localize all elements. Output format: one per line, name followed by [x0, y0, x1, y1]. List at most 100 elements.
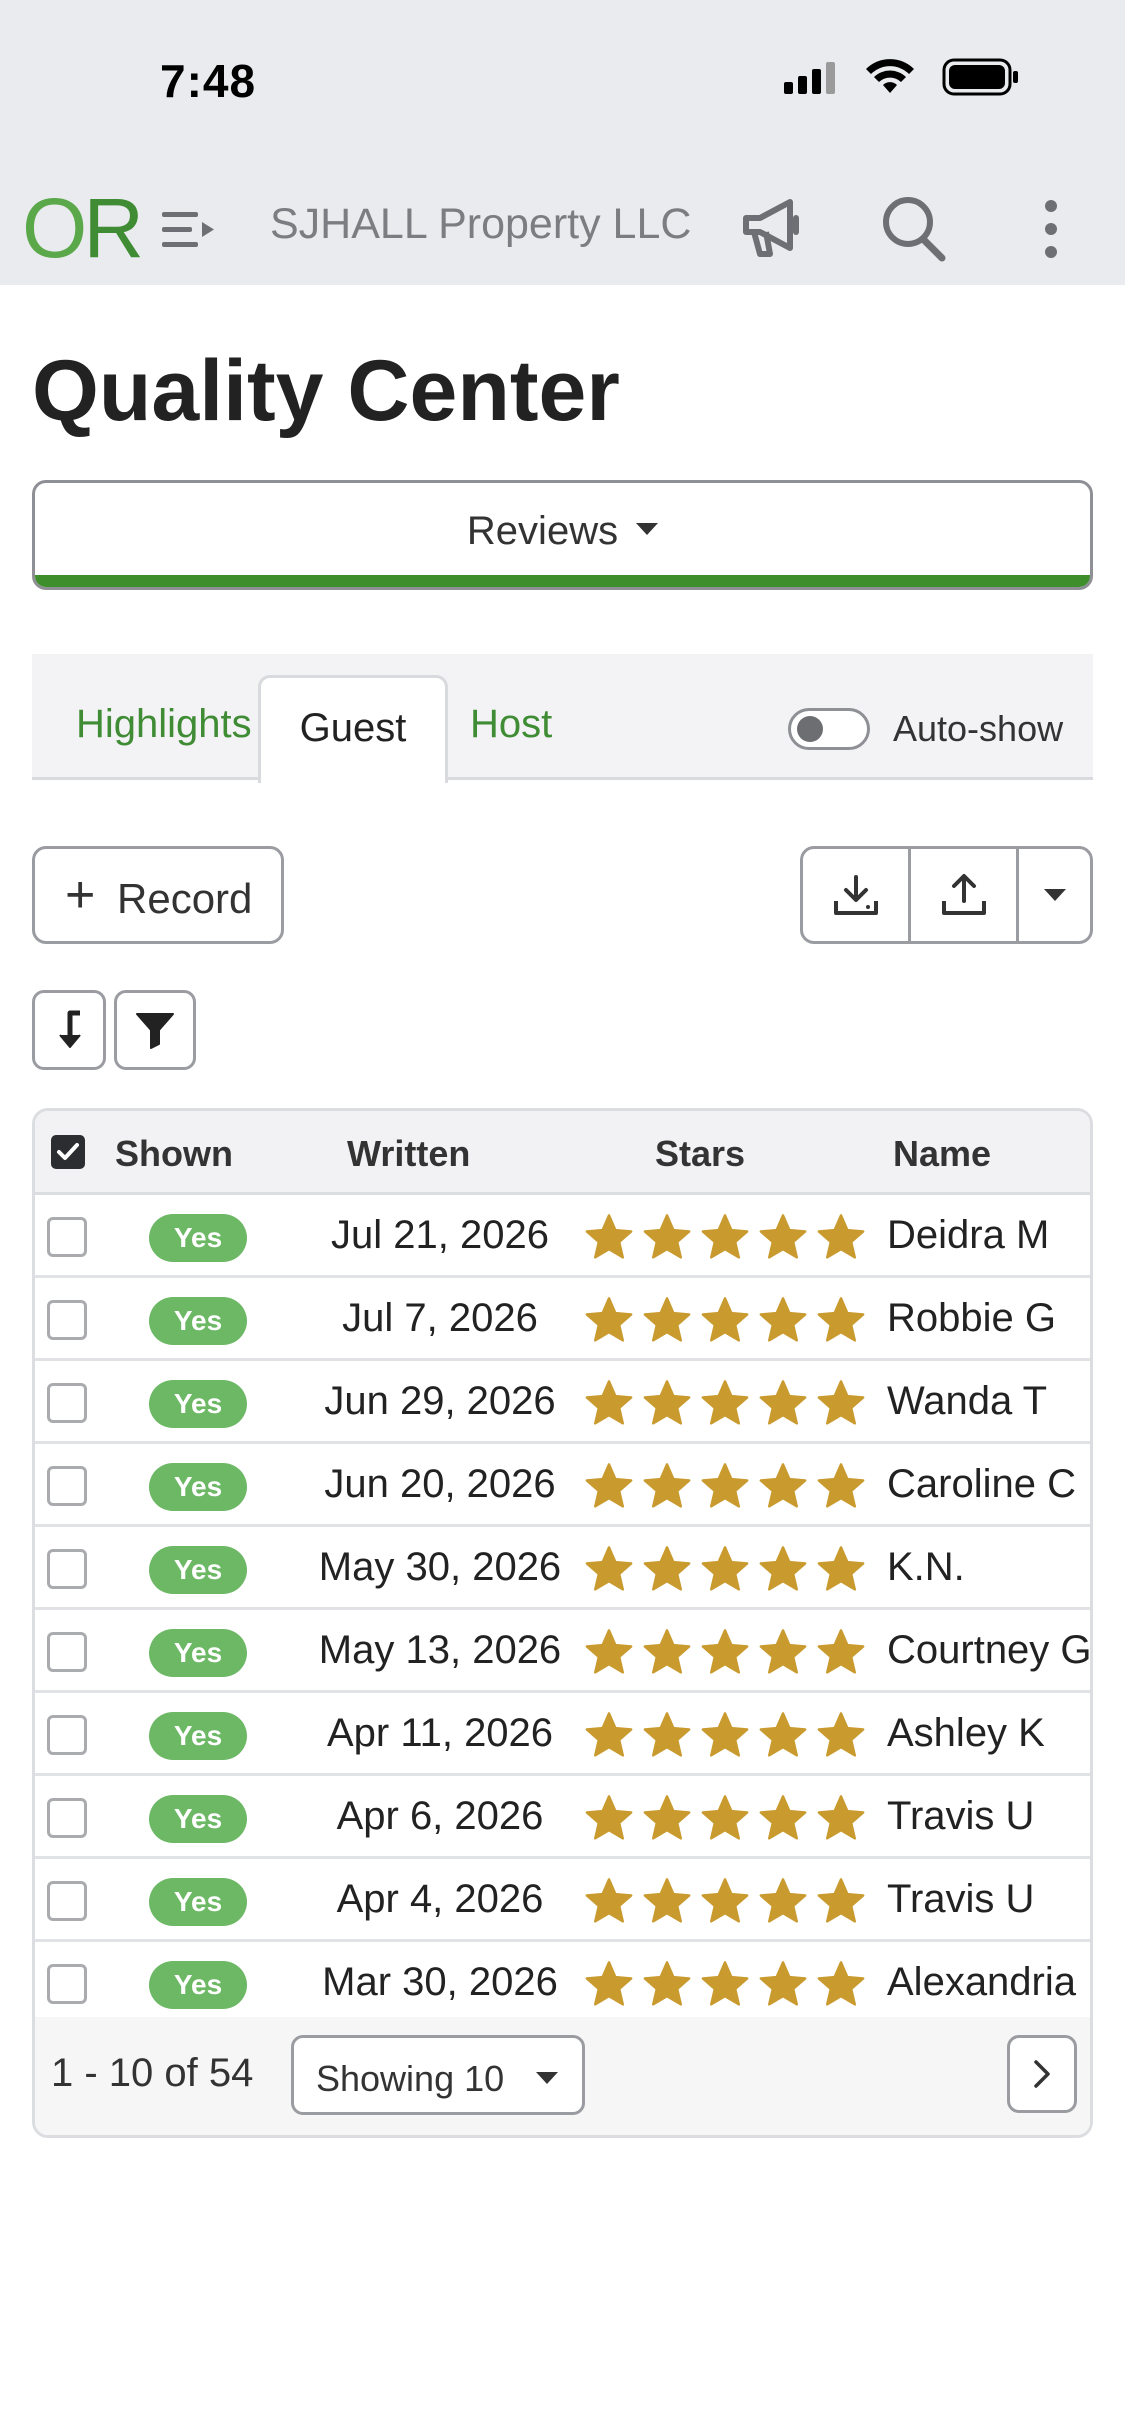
table-row[interactable]: Yes Jul 21, 2026 Deidra M	[35, 1195, 1090, 1278]
row-checkbox[interactable]	[47, 1798, 87, 1838]
row-checkbox[interactable]	[47, 1881, 87, 1921]
add-record-button[interactable]: + Record	[32, 846, 284, 944]
star-icon	[701, 1214, 749, 1259]
table-row[interactable]: Yes May 13, 2026 Courtney G	[35, 1610, 1090, 1693]
tab-host[interactable]: Host	[470, 702, 552, 747]
column-header-written[interactable]: Written	[347, 1133, 470, 1175]
dropdown-accent-bar	[35, 575, 1090, 587]
add-record-label: Record	[117, 875, 253, 922]
star-rating	[583, 1711, 867, 1759]
table-footer: 1 - 10 of 54 Showing 10	[35, 2017, 1090, 2135]
row-checkbox[interactable]	[47, 1300, 87, 1340]
menu-expand-icon[interactable]	[160, 208, 216, 252]
star-icon	[585, 1795, 633, 1840]
star-icon	[701, 1878, 749, 1923]
tab-highlights[interactable]: Highlights	[76, 702, 252, 747]
upload-button[interactable]	[911, 849, 1019, 941]
star-icon	[643, 1463, 691, 1508]
import-export-group	[800, 846, 1093, 944]
sort-icon	[59, 1010, 81, 1048]
checkmark-icon	[57, 1143, 79, 1160]
star-icon	[643, 1961, 691, 2006]
star-icon	[759, 1795, 807, 1840]
column-header-stars[interactable]: Stars	[655, 1133, 745, 1175]
star-icon	[817, 1795, 865, 1840]
table-row[interactable]: Yes Jun 29, 2026 Wanda T	[35, 1361, 1090, 1444]
star-icon	[643, 1878, 691, 1923]
select-all-checkbox[interactable]	[51, 1135, 85, 1169]
pagination-range: 1 - 10 of 54	[51, 2051, 254, 2095]
star-icon	[817, 1380, 865, 1425]
row-checkbox[interactable]	[47, 1383, 87, 1423]
table-row[interactable]: Yes Jun 20, 2026 Caroline C	[35, 1444, 1090, 1527]
reviewer-name: Courtney G	[887, 1628, 1092, 1672]
row-checkbox[interactable]	[47, 1715, 87, 1755]
written-date: Apr 6, 2026	[336, 1794, 544, 1838]
star-icon	[701, 1546, 749, 1591]
star-icon	[701, 1712, 749, 1757]
auto-show-label: Auto-show	[893, 708, 1064, 749]
company-name[interactable]: SJHALL Property LLC	[270, 200, 691, 249]
star-icon	[585, 1463, 633, 1508]
row-checkbox[interactable]	[47, 1549, 87, 1589]
star-icon	[701, 1297, 749, 1342]
star-icon	[759, 1380, 807, 1425]
battery-icon	[942, 58, 1018, 96]
written-date: Jun 29, 2026	[324, 1379, 556, 1423]
toggle-knob	[797, 716, 823, 742]
plus-icon: +	[65, 866, 96, 924]
shown-badge: Yes	[149, 1712, 247, 1760]
table-row[interactable]: Yes Apr 11, 2026 Ashley K	[35, 1693, 1090, 1776]
star-icon	[701, 1380, 749, 1425]
star-rating	[583, 1545, 867, 1593]
table-row[interactable]: Yes Apr 4, 2026 Travis U	[35, 1859, 1090, 1942]
row-checkbox[interactable]	[47, 1217, 87, 1257]
row-checkbox[interactable]	[47, 1632, 87, 1672]
filter-button[interactable]	[114, 990, 196, 1070]
app-bar: OR SJHALL Property LLC	[0, 180, 1125, 285]
table-row[interactable]: Yes May 30, 2026 K.N.	[35, 1527, 1090, 1610]
written-date: Mar 30, 2026	[322, 1960, 558, 2004]
star-rating	[583, 1628, 867, 1676]
tab-guest[interactable]: Guest	[258, 675, 448, 783]
caret-down-icon	[536, 2072, 558, 2084]
megaphone-icon[interactable]	[740, 194, 808, 264]
row-checkbox[interactable]	[47, 1466, 87, 1506]
sort-button[interactable]	[32, 990, 106, 1070]
section-dropdown[interactable]: Reviews	[32, 480, 1093, 590]
star-icon	[643, 1546, 691, 1591]
next-page-button[interactable]	[1007, 2035, 1077, 2113]
reviewer-name: Alexandria	[887, 1960, 1077, 2004]
page-size-select[interactable]: Showing 10	[291, 2035, 585, 2115]
shown-badge: Yes	[149, 1380, 247, 1428]
star-icon	[585, 1297, 633, 1342]
status-icons	[784, 58, 1020, 96]
more-vertical-icon[interactable]	[1036, 194, 1066, 264]
shown-badge: Yes	[149, 1629, 247, 1677]
search-icon[interactable]	[880, 194, 946, 264]
table-row[interactable]: Yes Mar 30, 2026 Alexandria	[35, 1942, 1090, 2025]
reviewer-name: K.N.	[887, 1545, 965, 1589]
column-header-name[interactable]: Name	[893, 1133, 991, 1175]
written-date: Apr 11, 2026	[326, 1711, 554, 1755]
star-icon	[585, 1546, 633, 1591]
column-header-shown[interactable]: Shown	[115, 1133, 233, 1175]
star-icon	[817, 1878, 865, 1923]
star-icon	[585, 1629, 633, 1674]
auto-show-toggle[interactable]	[788, 708, 870, 750]
download-button[interactable]	[803, 849, 911, 941]
row-checkbox[interactable]	[47, 1964, 87, 2004]
top-chrome: 7:48 OR SJHALL Property LLC	[0, 0, 1125, 285]
more-actions-button[interactable]	[1019, 849, 1090, 941]
table-row[interactable]: Yes Jul 7, 2026 Robbie G	[35, 1278, 1090, 1361]
app-logo[interactable]: OR	[22, 186, 144, 270]
written-date: Jul 21, 2026	[331, 1213, 549, 1257]
shown-badge: Yes	[149, 1795, 247, 1843]
star-icon	[585, 1712, 633, 1757]
shown-badge: Yes	[149, 1297, 247, 1345]
star-icon	[759, 1463, 807, 1508]
table-row[interactable]: Yes Apr 6, 2026 Travis U	[35, 1776, 1090, 1859]
shown-badge: Yes	[149, 1961, 247, 2009]
star-icon	[759, 1961, 807, 2006]
written-date: Apr 4, 2026	[336, 1877, 544, 1921]
